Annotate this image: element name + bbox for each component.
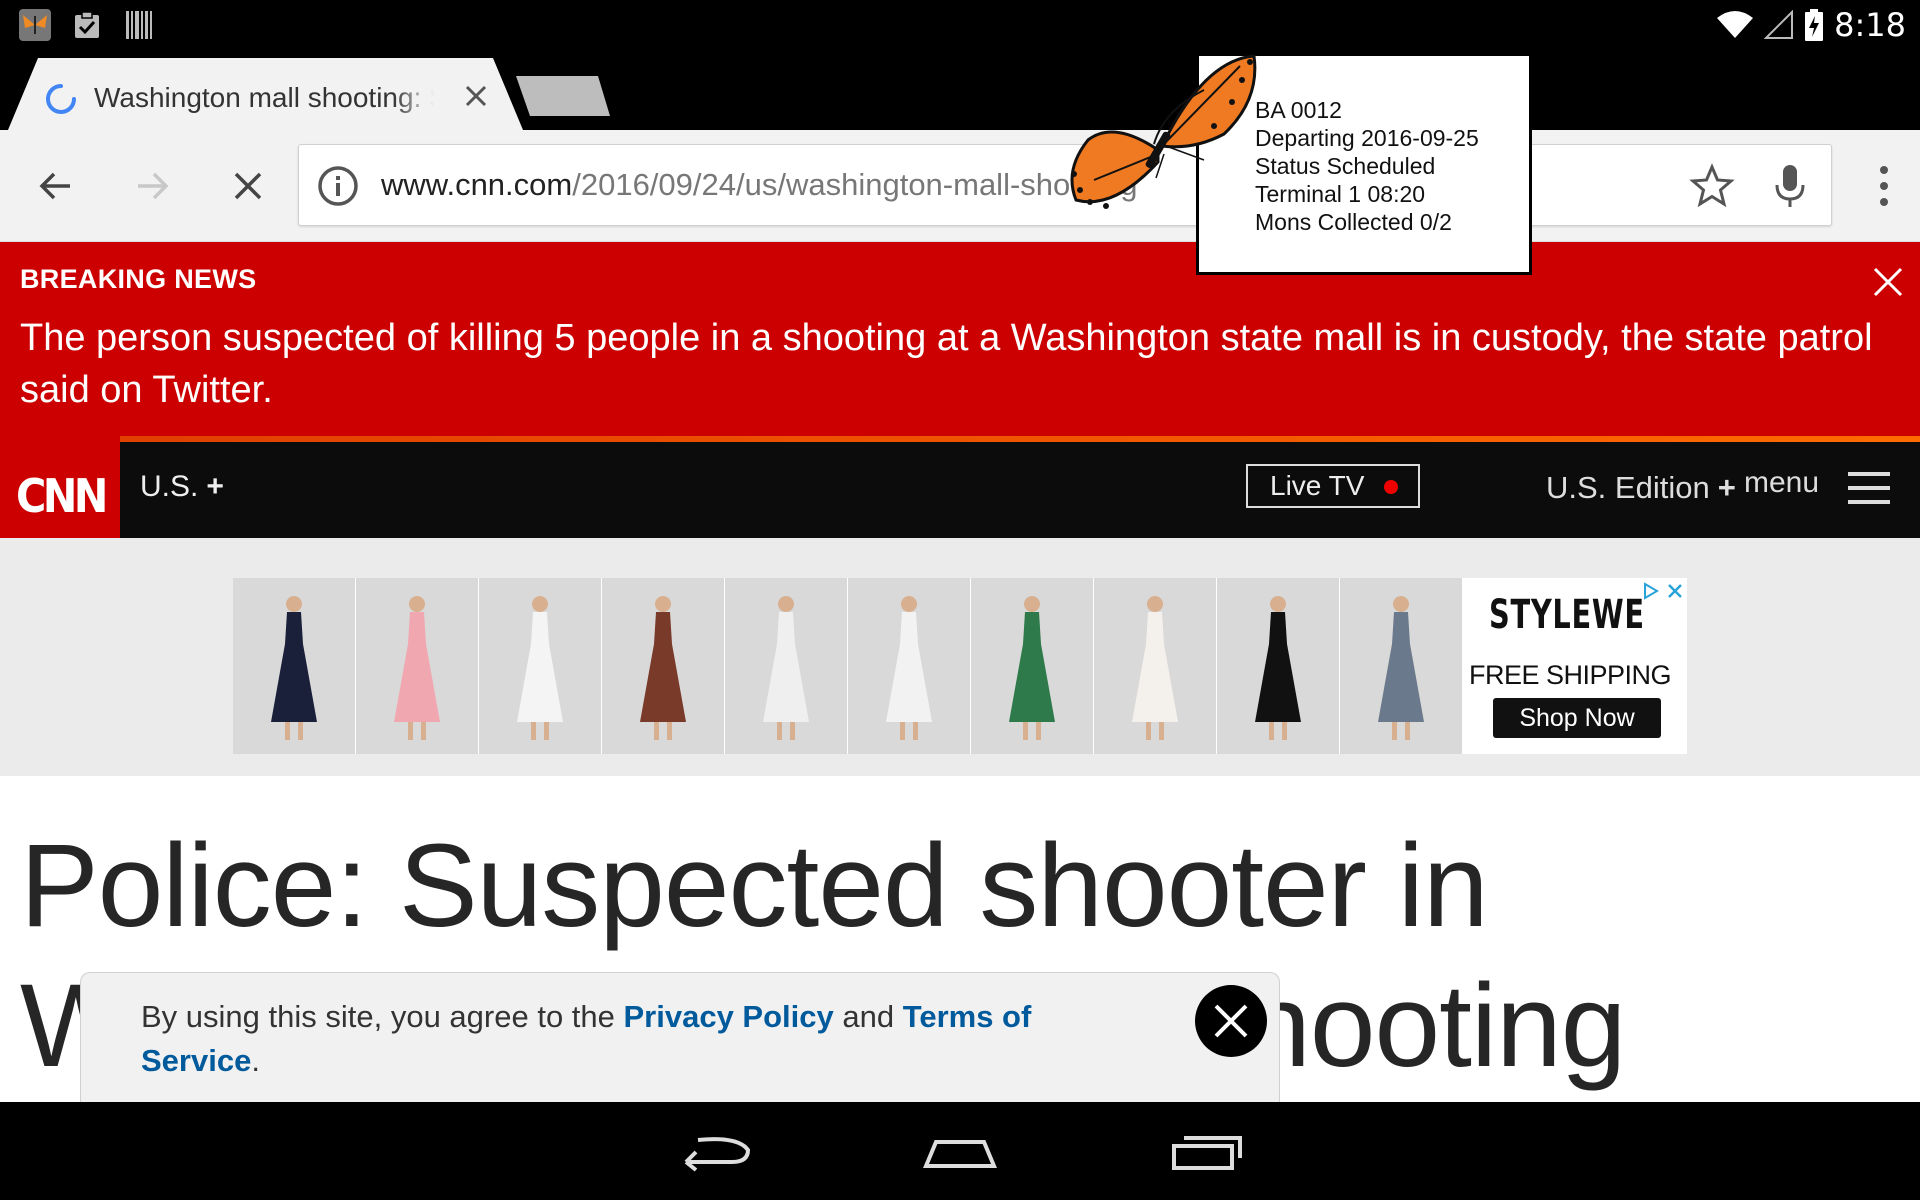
- nav-section-us[interactable]: U.S. +: [140, 470, 224, 504]
- flight-info-lines: BA 0012 Departing 2016-09-25 Status Schedu…: [1255, 96, 1479, 236]
- live-indicator: [1384, 480, 1398, 494]
- cookie-consent-banner: By using this site, you agree to the Pri…: [80, 972, 1280, 1102]
- clock: 8:18: [1834, 6, 1906, 44]
- ad-shipping-text: FREE SHIPPING: [1469, 660, 1672, 690]
- loading-spinner-icon: [46, 84, 76, 114]
- ad-dress-image[interactable]: [1217, 578, 1339, 754]
- ad-dress-image[interactable]: [1340, 578, 1462, 754]
- battery-charging-icon: [1805, 9, 1824, 41]
- ad-dress-image[interactable]: [602, 578, 724, 754]
- bookmark-star-icon[interactable]: [1689, 163, 1735, 209]
- back-button[interactable]: [30, 160, 82, 212]
- flight-info-line: Terminal 1 08:20: [1255, 181, 1426, 207]
- flight-info-line: Mons Collected 0/2: [1255, 209, 1452, 235]
- site-nav: CNN U.S. + Live TV U.S. Edition + menu: [0, 436, 1920, 556]
- arrow-back-icon: [39, 172, 70, 200]
- flight-info-line: BA 0012: [1255, 97, 1342, 123]
- tab-close-icon[interactable]: [456, 76, 496, 116]
- system-status: 8:18: [1716, 6, 1906, 44]
- breaking-news-banner: BREAKING NEWS The person suspected of ki…: [0, 242, 1920, 436]
- close-icon: [234, 172, 262, 200]
- new-tab-button[interactable]: [516, 76, 610, 116]
- ad-dress-image[interactable]: [1094, 578, 1216, 754]
- cell-signal-icon: [1764, 10, 1794, 39]
- hamburger-menu-icon[interactable]: [1848, 472, 1890, 504]
- close-icon[interactable]: [1870, 264, 1906, 300]
- clipboard-check-icon: [70, 8, 104, 42]
- tab-active[interactable]: Washington mall shooting: S: [8, 58, 523, 130]
- forward-button[interactable]: [126, 160, 178, 212]
- info-icon[interactable]: [317, 165, 359, 207]
- breaking-news-label: BREAKING NEWS: [20, 264, 257, 294]
- overflow-menu-icon[interactable]: [1874, 164, 1894, 208]
- ad-brand-name: STYLEWE: [1489, 592, 1645, 638]
- flight-info-line: Status Scheduled: [1255, 153, 1436, 179]
- system-nav-bar: [0, 1102, 1920, 1200]
- privacy-policy-link[interactable]: Privacy Policy: [624, 999, 834, 1034]
- tab-strip: Washington mall shooting: S: [0, 52, 1920, 130]
- close-ad-icon[interactable]: [1663, 578, 1687, 604]
- cookie-consent-text: By using this site, you agree to the Pri…: [141, 999, 1032, 1078]
- ad-brand-panel[interactable]: STYLEWE FREE SHIPPING Shop Now: [1463, 578, 1687, 754]
- arrow-forward-icon: [138, 172, 169, 200]
- ad-dress-image[interactable]: [848, 578, 970, 754]
- barcode-icon: [122, 8, 156, 42]
- ad-dress-image[interactable]: [479, 578, 601, 754]
- ad-dress-image[interactable]: [971, 578, 1093, 754]
- shop-now-button[interactable]: Shop Now: [1493, 698, 1661, 738]
- home-nav-icon[interactable]: [920, 1122, 1000, 1182]
- ad-dress-image[interactable]: [233, 578, 355, 754]
- ad-choices[interactable]: [1639, 578, 1687, 604]
- ad-dress-image[interactable]: [356, 578, 478, 754]
- cookie-close-button[interactable]: [1195, 985, 1267, 1057]
- ad-dress-image[interactable]: [725, 578, 847, 754]
- wifi-icon: [1717, 11, 1754, 38]
- back-nav-icon[interactable]: [676, 1122, 756, 1182]
- breaking-news-text[interactable]: The person suspected of killing 5 people…: [20, 312, 1900, 416]
- close-icon: [1214, 1004, 1248, 1038]
- stop-loading-button[interactable]: [222, 160, 274, 212]
- butterfly-icon[interactable]: [1054, 50, 1258, 218]
- app-butterfly-icon: [18, 8, 52, 42]
- status-bar: 8:18: [0, 0, 1920, 52]
- live-tv-button[interactable]: Live TV: [1246, 464, 1420, 508]
- banner-ad[interactable]: STYLEWE FREE SHIPPING Shop Now: [233, 578, 1687, 754]
- ad-container: STYLEWE FREE SHIPPING Shop Now: [0, 538, 1920, 776]
- tab-title: Washington mall shooting: S: [94, 82, 434, 113]
- notification-icons: [18, 8, 156, 42]
- recent-apps-icon[interactable]: [1168, 1122, 1248, 1182]
- flight-info-line: Departing 2016-09-25: [1255, 125, 1479, 151]
- edition-selector[interactable]: U.S. Edition +: [1546, 470, 1736, 506]
- menu-label[interactable]: menu: [1744, 466, 1819, 500]
- browser-toolbar: www.cnn.com/2016/09/24/us/washington-mal…: [0, 130, 1920, 242]
- microphone-icon[interactable]: [1767, 161, 1813, 209]
